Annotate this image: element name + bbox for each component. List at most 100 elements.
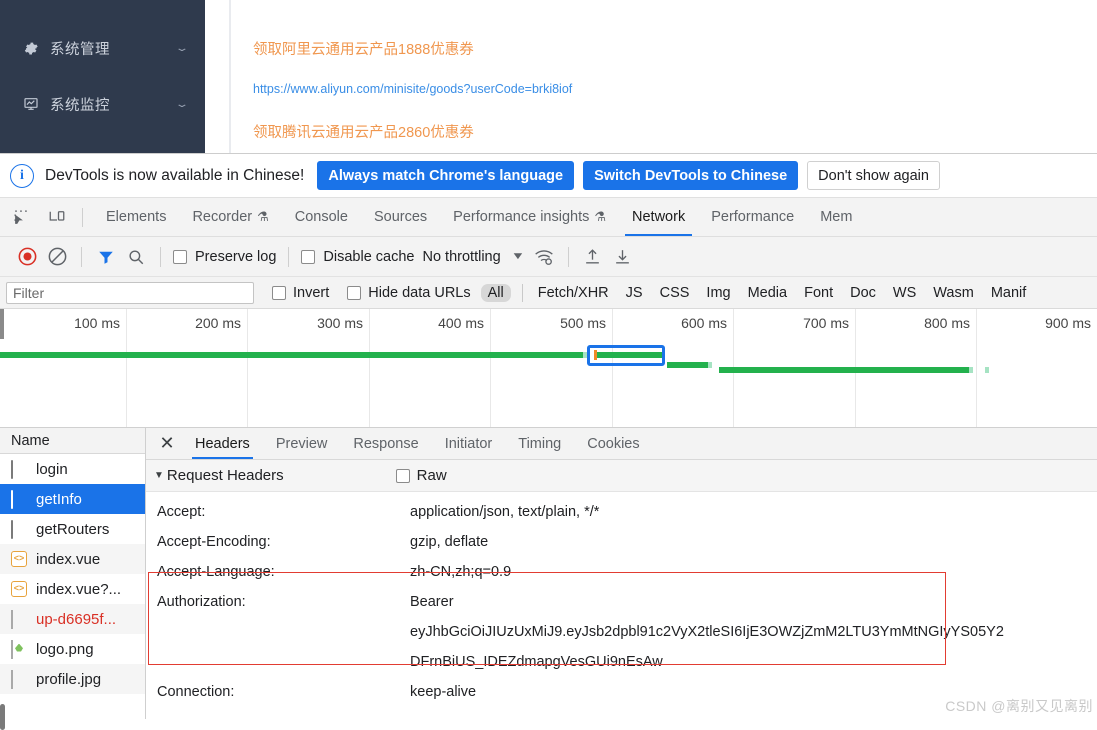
always-match-chrome-language-button[interactable]: Always match Chrome's language xyxy=(317,161,575,190)
invert-checkbox[interactable]: Invert xyxy=(272,285,329,301)
devtools-tabbar: Elements Recorder ⚗ Console Sources Perf… xyxy=(0,198,1097,237)
overview-selection-box[interactable] xyxy=(587,345,665,366)
tab-network[interactable]: Network xyxy=(619,198,698,236)
detail-tab-headers[interactable]: Headers xyxy=(182,428,263,459)
ad-url-aliyun[interactable]: https://www.aliyun.com/minisite/goods?us… xyxy=(253,82,572,96)
filter-type-js[interactable]: JS xyxy=(619,284,650,302)
raw-label: Raw xyxy=(416,467,447,484)
request-row-login[interactable]: login xyxy=(0,454,145,484)
tab-label: Recorder xyxy=(192,209,253,225)
request-row-getrouters[interactable]: getRouters xyxy=(0,514,145,544)
tab-console[interactable]: Console xyxy=(282,198,361,236)
checkbox-box xyxy=(395,468,410,483)
sidebar-item-system-management[interactable]: 系统管理 ⌄ xyxy=(0,28,205,68)
toolbar-divider xyxy=(81,246,82,267)
import-har-icon[interactable] xyxy=(578,242,608,272)
detail-tab-cookies[interactable]: Cookies xyxy=(574,428,652,459)
search-icon[interactable] xyxy=(121,242,151,272)
filter-icon[interactable] xyxy=(91,242,121,272)
infobar-message: DevTools is now available in Chinese! xyxy=(45,166,305,184)
detail-tab-response[interactable]: Response xyxy=(340,428,431,459)
tab-label: Performance xyxy=(711,209,795,225)
clear-icon[interactable] xyxy=(42,242,72,272)
request-name: index.vue xyxy=(36,550,101,568)
filter-type-media[interactable]: Media xyxy=(741,284,795,302)
hide-data-urls-checkbox[interactable]: Hide data URLs xyxy=(347,285,471,301)
overview-request-bar xyxy=(667,362,708,368)
filter-type-wasm[interactable]: Wasm xyxy=(926,284,981,302)
tab-recorder[interactable]: Recorder ⚗ xyxy=(179,198,281,236)
request-row-getinfo[interactable]: getInfo xyxy=(0,484,145,514)
filter-type-fetch-xhr[interactable]: Fetch/XHR xyxy=(531,284,616,302)
overview-request-bar-tail xyxy=(969,367,973,373)
tab-memory[interactable]: Mem xyxy=(807,198,865,236)
ad-link-aliyun-coupon[interactable]: 领取阿里云通用云产品1888优惠券 xyxy=(253,38,474,59)
auth-token-line-2: DFrnBiUS_IDEZdmapgVesGUi9nEsAw xyxy=(410,654,663,670)
tab-performance-insights[interactable]: Performance insights ⚗ xyxy=(440,198,619,236)
filter-type-ws[interactable]: WS xyxy=(886,284,923,302)
sidebar-item-system-monitor[interactable]: 系统监控 ⌄ xyxy=(0,84,205,124)
header-value: Bearer eyJhbGciOiJIUzUxMiJ9.eyJsb2dpbl91… xyxy=(410,587,1097,677)
filter-type-all[interactable]: All xyxy=(480,283,511,302)
device-toolbar-icon[interactable] xyxy=(42,202,72,232)
throttling-select[interactable]: No throttling ▼ xyxy=(422,249,525,265)
app-content-inner: 领取阿里云通用云产品1888优惠券 https://www.aliyun.com… xyxy=(229,0,1097,156)
request-row-up-d6695f[interactable]: up-d6695f... xyxy=(0,604,145,634)
flask-icon: ⚗ xyxy=(594,209,607,224)
dont-show-again-button[interactable]: Don't show again xyxy=(807,161,940,190)
doc-icon xyxy=(11,489,28,509)
request-row-profile-jpg[interactable]: profile.jpg xyxy=(0,664,145,694)
inspect-element-icon[interactable] xyxy=(6,202,36,232)
filter-type-manifest[interactable]: Manif xyxy=(984,284,1033,302)
export-har-icon[interactable] xyxy=(608,242,638,272)
request-row-index-vue[interactable]: <> index.vue xyxy=(0,544,145,574)
overview-tick-label: 200 ms xyxy=(195,315,241,331)
preserve-log-checkbox[interactable]: Preserve log xyxy=(173,249,276,265)
network-conditions-icon[interactable] xyxy=(529,242,559,272)
request-list: Name login getInfo getRouters <> index.v… xyxy=(0,428,146,730)
header-key: Authorization: xyxy=(157,594,246,610)
detail-tab-timing[interactable]: Timing xyxy=(505,428,574,459)
filter-input[interactable] xyxy=(6,281,254,304)
network-overview-timeline[interactable]: 100 ms 200 ms 300 ms 400 ms 500 ms 600 m… xyxy=(0,309,1097,428)
tab-elements[interactable]: Elements xyxy=(93,198,179,236)
header-value: zh-CN,zh;q=0.9 xyxy=(410,564,512,580)
filter-type-doc[interactable]: Doc xyxy=(843,284,883,302)
overview-tick-label: 100 ms xyxy=(74,315,120,331)
request-list-scrollbar[interactable] xyxy=(0,704,5,730)
disable-cache-checkbox[interactable]: Disable cache xyxy=(301,249,414,265)
filter-type-css[interactable]: CSS xyxy=(653,284,697,302)
chevron-down-icon: ▼ xyxy=(510,251,525,262)
tab-performance[interactable]: Performance xyxy=(698,198,807,236)
ad-link-tencent-coupon[interactable]: 领取腾讯云通用云产品2860优惠券 xyxy=(253,121,474,142)
detail-tab-preview[interactable]: Preview xyxy=(263,428,341,459)
devtools-screenshot: 系统管理 ⌄ 系统监控 ⌄ 领取阿里云通用云产品1888优惠券 https://… xyxy=(0,0,1097,730)
request-row-index-vue-query[interactable]: <> index.vue?... xyxy=(0,574,145,604)
filter-type-font[interactable]: Font xyxy=(797,284,840,302)
tab-label: Performance insights xyxy=(453,209,590,225)
filter-type-img[interactable]: Img xyxy=(699,284,737,302)
detail-tab-initiator[interactable]: Initiator xyxy=(432,428,506,459)
close-icon[interactable]: ✕ xyxy=(152,429,182,459)
request-row-logo-png[interactable]: logo.png xyxy=(0,634,145,664)
checkbox-box xyxy=(301,249,316,264)
overview-tick-label: 400 ms xyxy=(438,315,484,331)
header-key: Accept-Language: xyxy=(157,564,275,580)
overview-left-handle[interactable] xyxy=(0,309,4,339)
request-name: profile.jpg xyxy=(36,670,102,688)
checkbox-box xyxy=(272,285,286,300)
chevron-down-icon: ⌄ xyxy=(174,98,190,110)
section-title: Request Headers xyxy=(166,467,284,484)
request-name: up-d6695f... xyxy=(36,610,117,628)
overview-tick-label: 600 ms xyxy=(681,315,727,331)
raw-checkbox[interactable]: Raw xyxy=(395,467,447,484)
switch-devtools-to-chinese-button[interactable]: Switch DevTools to Chinese xyxy=(583,161,799,190)
overview-tick-label: 500 ms xyxy=(560,315,606,331)
tab-sources[interactable]: Sources xyxy=(361,198,440,236)
overview-request-bar xyxy=(0,352,583,358)
image-icon xyxy=(11,669,28,689)
toolbar-divider xyxy=(567,246,569,267)
record-icon[interactable] xyxy=(12,242,42,272)
header-value: application/json, text/plain, */* xyxy=(410,504,600,520)
request-headers-section-header[interactable]: ▼ Request Headers Raw xyxy=(146,460,1097,492)
